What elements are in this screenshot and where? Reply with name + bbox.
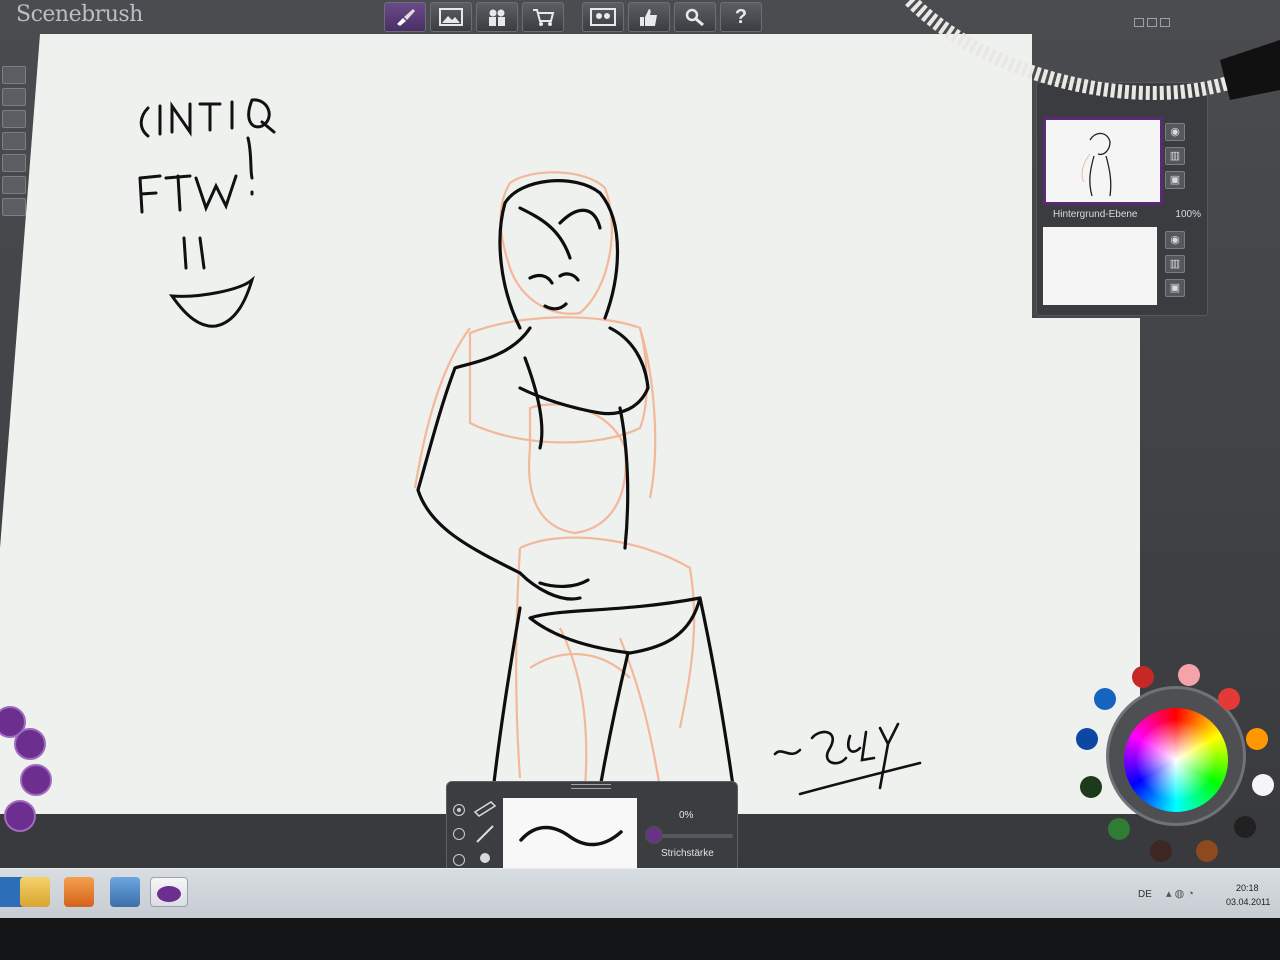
color-swatch[interactable]: [1132, 666, 1154, 688]
help-label: ?: [734, 5, 748, 28]
image-icon[interactable]: [430, 2, 472, 32]
left-toolbar: [2, 66, 32, 216]
monitor-bezel: [0, 918, 1280, 960]
color-swatch[interactable]: [1234, 816, 1256, 838]
layer-name: Hintergrund-Ebene: [1053, 209, 1138, 220]
stroke-slider-knob[interactable]: [645, 826, 663, 844]
scenebrush-taskbar-icon[interactable]: [150, 877, 188, 907]
people-icon[interactable]: [476, 2, 518, 32]
pencil-tool-icon[interactable]: [20, 764, 52, 796]
tool-icons: [473, 801, 497, 863]
export-icon[interactable]: [2, 176, 26, 194]
color-swatch[interactable]: [1246, 728, 1268, 750]
color-swatch[interactable]: [1080, 776, 1102, 798]
screen: Scenebrush ? ◉ ▥ ▣ Hintergrund-Ebene 100…: [0, 0, 1280, 960]
brush-radio-2[interactable]: [453, 828, 465, 840]
language-indicator[interactable]: DE: [1138, 889, 1152, 900]
color-swatch[interactable]: [1178, 664, 1200, 686]
community-icon[interactable]: [582, 2, 624, 32]
signature: [773, 722, 922, 796]
construction-sketch: [413, 171, 696, 789]
color-swatch[interactable]: [1094, 688, 1116, 710]
brush-panel: 0% Strichstärke: [446, 781, 738, 879]
rating-icon[interactable]: [628, 2, 670, 32]
stylus-cable: [905, 0, 1280, 100]
panel-grip[interactable]: [571, 784, 611, 789]
cart-icon[interactable]: [522, 2, 564, 32]
clock-date[interactable]: 03.04.2011: [1226, 897, 1270, 907]
brush-icon[interactable]: [384, 2, 426, 32]
smiley-doodle: [168, 236, 255, 328]
layer-delete-icon[interactable]: ▥: [1165, 255, 1185, 273]
drawing-canvas[interactable]: [0, 34, 1140, 814]
main-toolbar: ?: [384, 2, 762, 36]
color-wheel[interactable]: [1124, 708, 1228, 812]
color-swatch[interactable]: [1218, 688, 1240, 710]
layer-visibility-icon[interactable]: ◉: [1165, 231, 1185, 249]
stroke-width-label: Strichstärke: [661, 848, 714, 859]
spray-tool-icon[interactable]: [14, 728, 46, 760]
tray-icons[interactable]: ▴ ◍ ◔: [1166, 887, 1194, 900]
color-swatch[interactable]: [1196, 840, 1218, 862]
color-swatch[interactable]: [1076, 728, 1098, 750]
layer-delete-icon[interactable]: ▥: [1165, 147, 1185, 165]
brush-preview: [503, 798, 637, 872]
handwriting-ftw: [138, 136, 254, 214]
color-swatch[interactable]: [1150, 840, 1172, 862]
app-title: Scenebrush: [16, 2, 143, 27]
layer-visibility-icon[interactable]: ◉: [1165, 123, 1185, 141]
color-swatch[interactable]: [1252, 774, 1274, 796]
layer-lock-icon[interactable]: ▣: [1165, 171, 1185, 189]
opacity-value: 0%: [679, 810, 694, 821]
layer-opacity: 100%: [1175, 209, 1201, 220]
layer-lock-icon[interactable]: ▣: [1165, 279, 1185, 297]
open-folder-icon[interactable]: [2, 88, 26, 106]
help-icon[interactable]: ?: [720, 2, 762, 32]
brush-radio-3[interactable]: [453, 854, 465, 866]
handwriting-cintiq: [139, 98, 276, 138]
color-swatch[interactable]: [1108, 818, 1130, 840]
taskbar: DE ▴ ◍ ◔ 20:18 03.04.2011: [0, 868, 1280, 919]
import-icon[interactable]: [2, 132, 26, 150]
share-icon[interactable]: [2, 198, 26, 216]
media-player-icon[interactable]: [64, 877, 94, 907]
settings-icon[interactable]: [674, 2, 716, 32]
save-icon[interactable]: [2, 110, 26, 128]
paint-icon[interactable]: [110, 877, 140, 907]
layer-thumbnail-2[interactable]: [1043, 227, 1157, 305]
clock-time[interactable]: 20:18: [1236, 883, 1259, 893]
stroke-slider-track[interactable]: [651, 834, 733, 838]
explorer-icon[interactable]: [20, 877, 50, 907]
new-file-icon[interactable]: [2, 66, 26, 84]
add-icon[interactable]: [2, 154, 26, 172]
eraser-tool-icon[interactable]: [4, 800, 36, 832]
brush-radio-1[interactable]: [453, 804, 465, 816]
layer-thumbnail-1[interactable]: [1043, 117, 1163, 205]
ink-sketch: [416, 179, 737, 802]
